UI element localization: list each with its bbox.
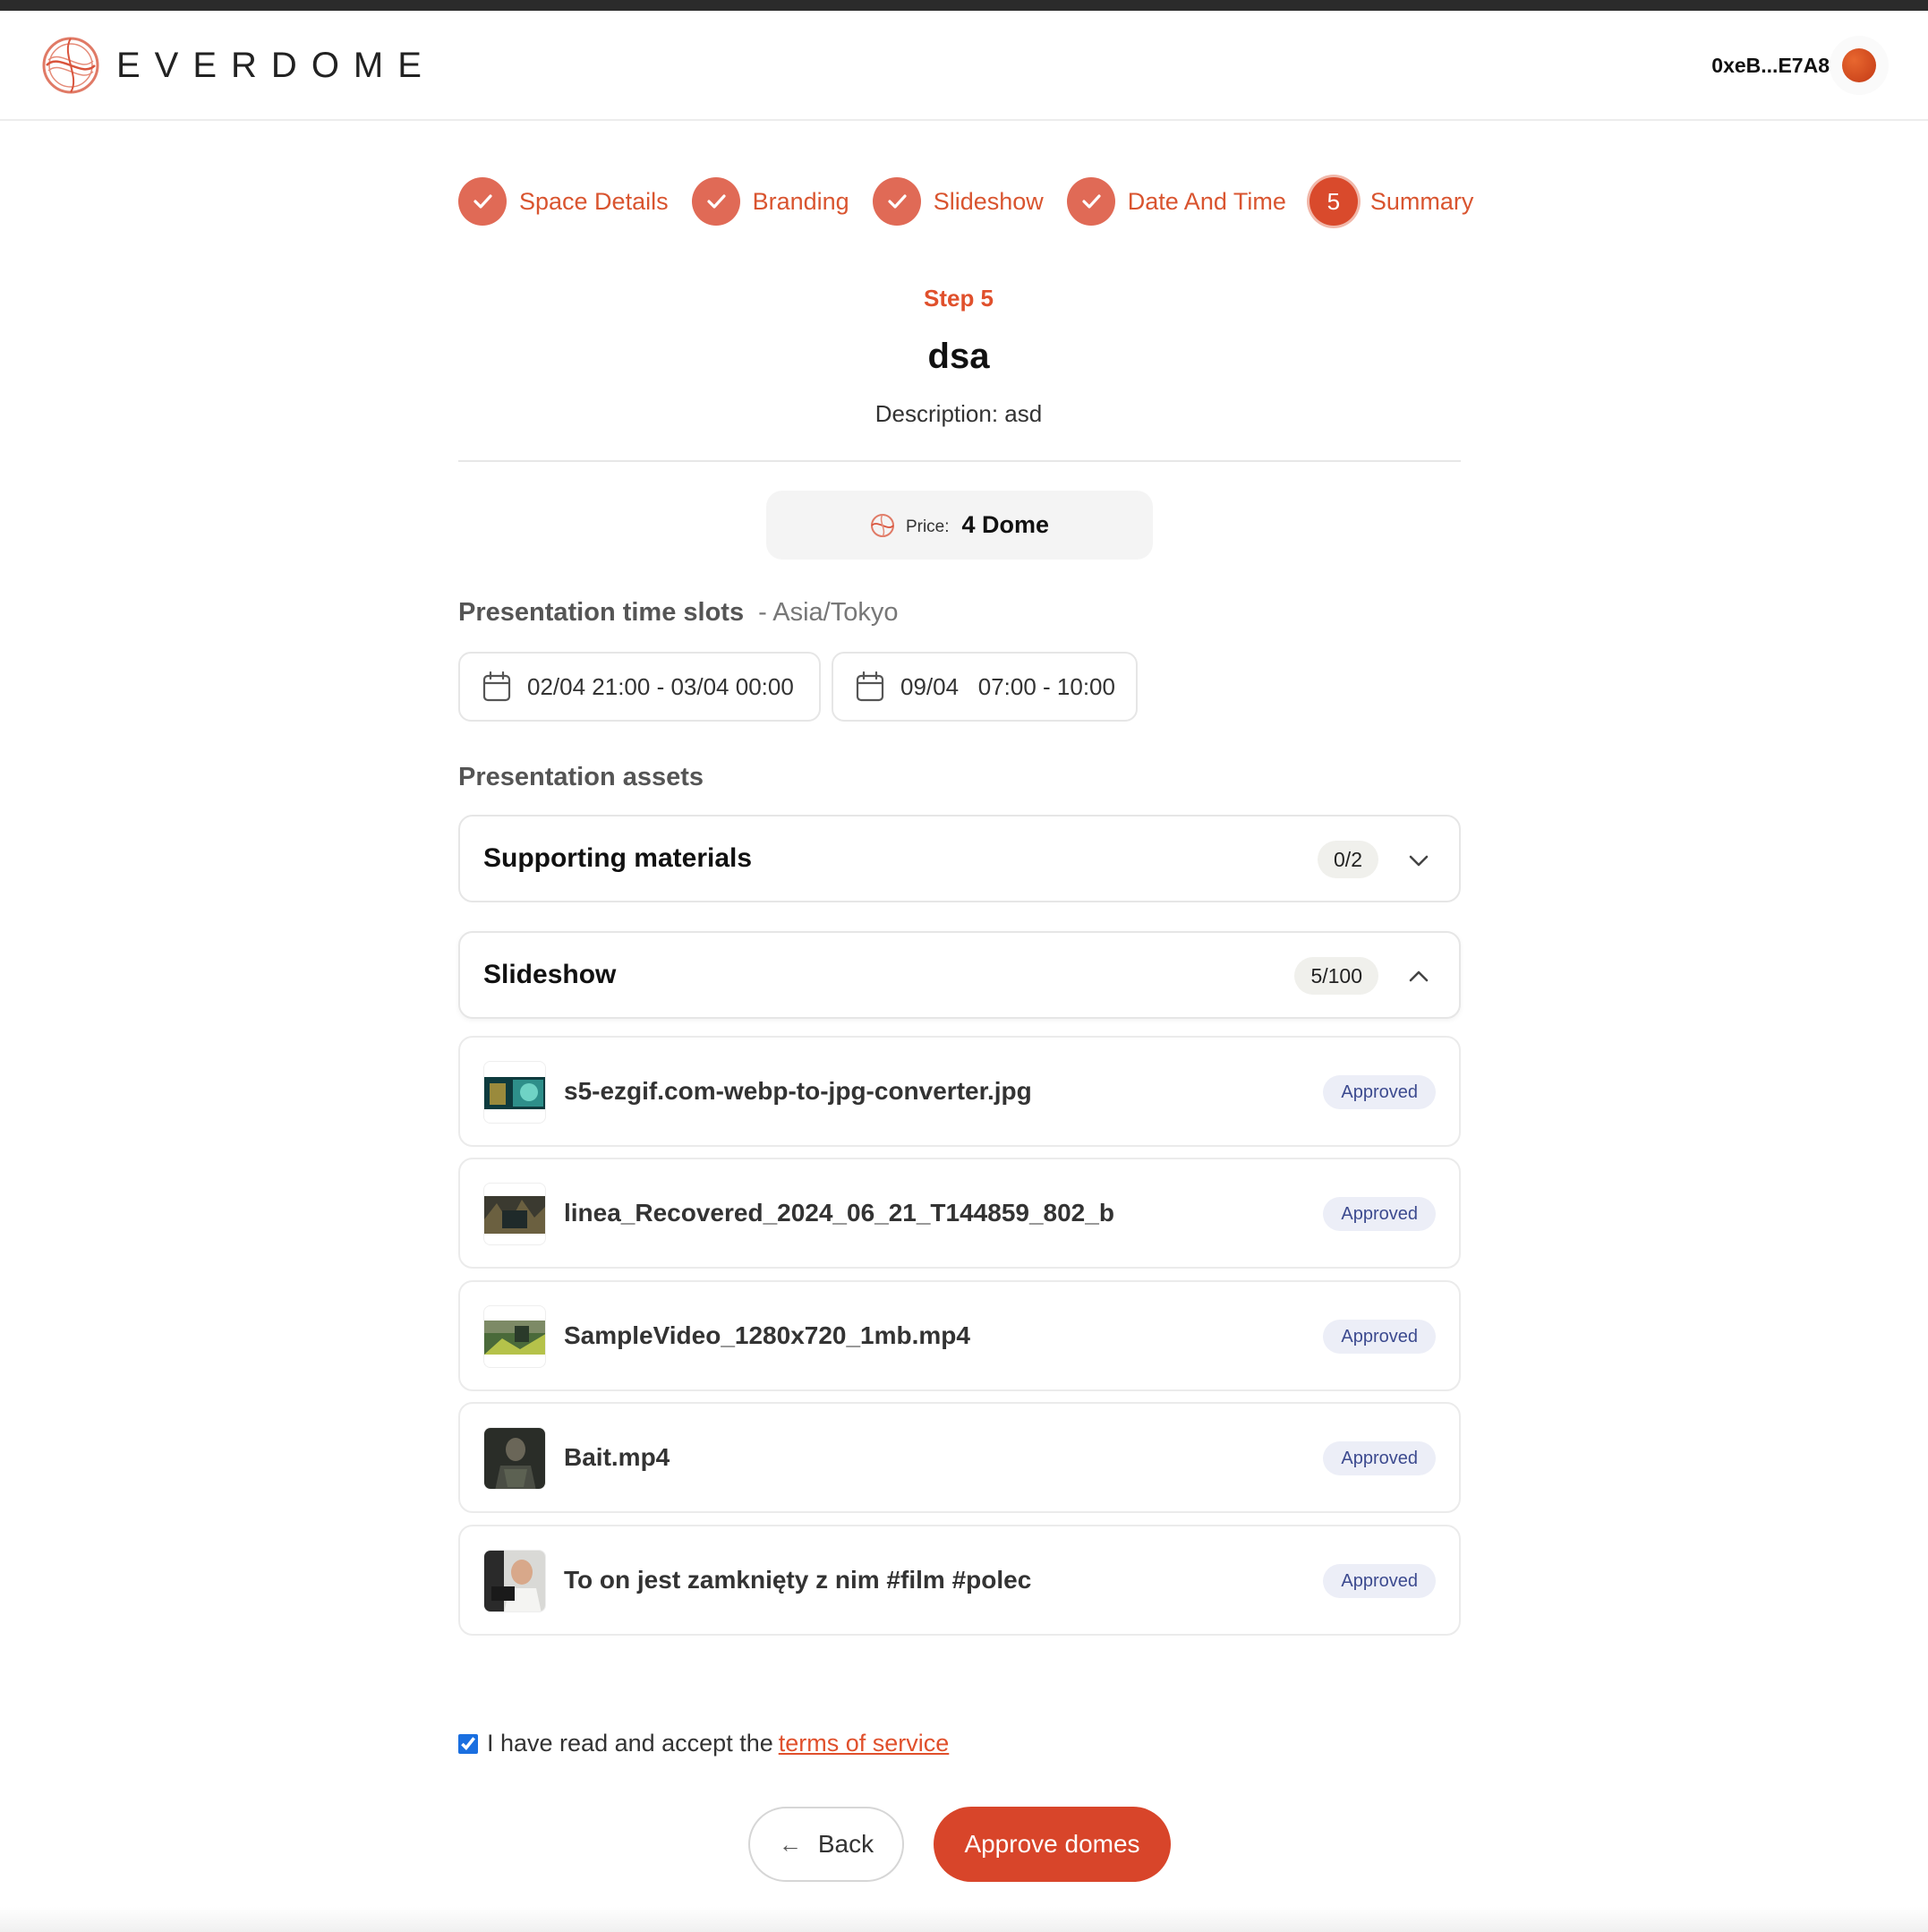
slideshow-item: SampleVideo_1280x720_1mb.mp4 Approved bbox=[458, 1280, 1461, 1391]
everdome-logo-icon bbox=[42, 37, 99, 94]
back-label: Back bbox=[817, 1830, 874, 1858]
app-header: EVERDOME 0xeB...E7A8 bbox=[0, 11, 1928, 121]
step-indicator: Step 5 bbox=[923, 285, 994, 312]
price-label: Price: bbox=[905, 517, 950, 536]
chevron-up-icon[interactable] bbox=[1405, 963, 1432, 990]
count-badge: 5/100 bbox=[1294, 957, 1378, 995]
progress-stepper: Space Details Branding Slideshow Date An… bbox=[458, 175, 1497, 227]
divider bbox=[458, 460, 1461, 462]
thumbnail bbox=[483, 1183, 546, 1245]
terms-of-service-link[interactable]: terms of service bbox=[779, 1730, 950, 1757]
step-label: Date And Time bbox=[1127, 187, 1286, 215]
thumbnail bbox=[483, 1427, 546, 1490]
status-badge: Approved bbox=[1323, 1075, 1436, 1109]
time-slot: 02/04 21:00 - 03/04 00:00 bbox=[458, 652, 821, 722]
status-badge: Approved bbox=[1323, 1441, 1436, 1475]
approve-label: Approve domes bbox=[964, 1830, 1140, 1858]
step-label: Branding bbox=[752, 187, 849, 215]
calendar-icon bbox=[856, 671, 884, 702]
wallet-avatar[interactable] bbox=[1842, 48, 1876, 82]
assets-heading: Presentation assets bbox=[458, 763, 704, 791]
file-name: s5-ezgif.com-webp-to-jpg-converter.jpg bbox=[564, 1077, 1032, 1105]
thumbnail bbox=[483, 1061, 546, 1124]
thumbnail bbox=[483, 1550, 546, 1612]
calendar-icon bbox=[482, 671, 511, 702]
wallet-address: 0xeB...E7A8 bbox=[1711, 53, 1830, 77]
space-description: Description: asd bbox=[874, 400, 1043, 427]
time-slot-text: 09/04 07:00 - 10:00 bbox=[900, 672, 1115, 700]
slideshow-item: Bait.mp4 Approved bbox=[458, 1402, 1461, 1513]
accordion-title: Slideshow bbox=[483, 960, 617, 989]
page-title: dsa bbox=[927, 337, 990, 376]
step-summary[interactable]: 5 Summary bbox=[1309, 177, 1474, 226]
terms-agreement: I have read and accept the terms of serv… bbox=[458, 1730, 949, 1757]
page-bottom-edge bbox=[0, 1907, 1928, 1932]
step-label: Space Details bbox=[519, 187, 669, 215]
step-slideshow[interactable]: Slideshow bbox=[872, 177, 1044, 226]
terms-checkbox[interactable] bbox=[458, 1733, 478, 1754]
step-number-badge: 5 bbox=[1309, 177, 1358, 226]
approve-domes-button[interactable]: Approve domes bbox=[934, 1807, 1171, 1882]
step-label: Summary bbox=[1369, 187, 1474, 215]
check-icon bbox=[1066, 177, 1115, 226]
time-slot: 09/04 07:00 - 10:00 bbox=[832, 652, 1138, 722]
price-box: Price: 4 Dome bbox=[766, 491, 1153, 560]
time-slots-label: Presentation time slots bbox=[458, 598, 745, 627]
thumbnail bbox=[483, 1305, 546, 1368]
file-name: Bait.mp4 bbox=[564, 1443, 670, 1471]
wallet-account[interactable]: 0xeB...E7A8 bbox=[1711, 48, 1876, 82]
time-slot-text: 02/04 21:00 - 03/04 00:00 bbox=[527, 672, 794, 700]
timezone-label: - Asia/Tokyo bbox=[758, 598, 899, 627]
time-slots-heading: Presentation time slots - Asia/Tokyo bbox=[458, 598, 899, 628]
terms-text: I have read and accept the bbox=[487, 1730, 773, 1757]
check-icon bbox=[872, 177, 921, 226]
logo-wordmark: EVERDOME bbox=[116, 45, 436, 85]
step-branding[interactable]: Branding bbox=[691, 177, 849, 226]
slideshow-accordion[interactable]: Slideshow 5/100 bbox=[458, 931, 1461, 1019]
file-name: To on jest zamknięty z nim #film #polec bbox=[564, 1566, 1032, 1594]
step-space-details[interactable]: Space Details bbox=[458, 177, 669, 226]
status-badge: Approved bbox=[1323, 1564, 1436, 1598]
price-value: 4 Dome bbox=[961, 511, 1050, 538]
status-badge: Approved bbox=[1323, 1197, 1436, 1231]
status-badge: Approved bbox=[1323, 1320, 1436, 1354]
dome-coin-icon bbox=[870, 513, 894, 537]
slideshow-item: linea_Recovered_2024_06_21_T144859_802_b… bbox=[458, 1158, 1461, 1269]
chevron-down-icon[interactable] bbox=[1405, 847, 1432, 874]
browser-top-strip bbox=[0, 0, 1928, 11]
check-icon bbox=[691, 177, 740, 226]
file-name: linea_Recovered_2024_06_21_T144859_802_b bbox=[564, 1199, 1114, 1227]
step-label: Slideshow bbox=[933, 187, 1044, 215]
file-name: SampleVideo_1280x720_1mb.mp4 bbox=[564, 1321, 970, 1349]
count-badge: 0/2 bbox=[1318, 841, 1378, 878]
check-icon bbox=[458, 177, 507, 226]
everdome-logo[interactable]: EVERDOME bbox=[41, 36, 436, 95]
step-date-and-time[interactable]: Date And Time bbox=[1066, 177, 1286, 226]
arrow-left-icon: ← bbox=[778, 1830, 802, 1858]
supporting-materials-accordion[interactable]: Supporting materials 0/2 bbox=[458, 815, 1461, 902]
slideshow-item: To on jest zamknięty z nim #film #polec … bbox=[458, 1525, 1461, 1636]
slideshow-item: s5-ezgif.com-webp-to-jpg-converter.jpg A… bbox=[458, 1036, 1461, 1147]
accordion-title: Supporting materials bbox=[483, 843, 753, 873]
back-button[interactable]: ← Back bbox=[748, 1807, 904, 1882]
